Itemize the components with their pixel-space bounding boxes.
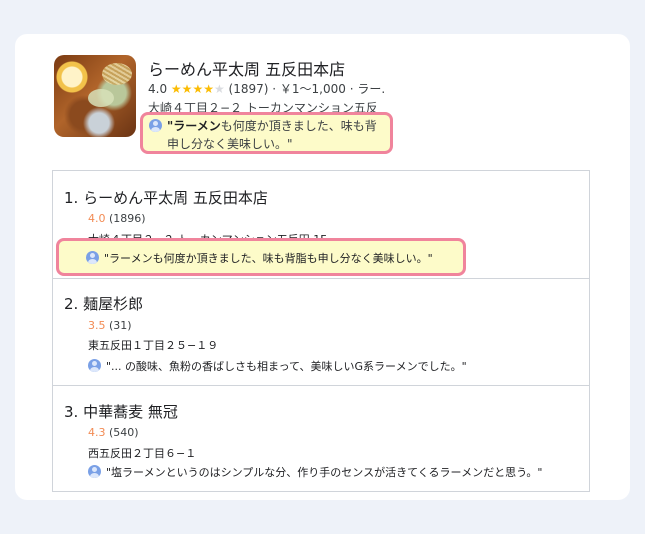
address-text: 大崎４丁目２−２ トーカンマンション五反田 1F	[88, 231, 327, 238]
list-item[interactable]: 2. 麺屋杉郎 3.5 (31) 東五反田１丁目２５−１９ "... の酸味、魚…	[53, 279, 589, 385]
result-review-highlight: "ラーメンも何度か頂きました、味も背脂も申し分なく美味しい。"	[56, 238, 466, 276]
result-review: "ラーメンも何度か頂きました、味も背脂も申し分なく美味しい。"	[104, 252, 433, 265]
top-result-meta: 4.0 ★★★★★ (1897) · ￥1～1,000 · ラー.	[148, 80, 385, 97]
top-result-review-highlight: "ラーメンも何度か頂きました、味も背 申し分なく美味しい。"	[140, 112, 393, 154]
result-title[interactable]: 3. 中華蕎麦 無冠	[64, 401, 178, 422]
user-avatar-icon	[86, 251, 99, 264]
rating-value: 4.0	[88, 212, 106, 225]
result-address: 大崎４丁目２−２ トーカンマンション五反田 1F	[88, 231, 327, 238]
rating-value: 4.3	[88, 426, 106, 439]
result-title[interactable]: 2. 麺屋杉郎	[64, 293, 143, 314]
result-title[interactable]: 1. らーめん平太周 五反田本店	[64, 187, 268, 208]
top-result-price-category: · ￥1～1,000 · ラー.	[272, 82, 386, 96]
rating-count: (31)	[109, 319, 132, 332]
review-text: も何度か頂きました、味も背	[220, 119, 377, 133]
review-snippet-line1: "ラーメンも何度か頂きました、味も背	[167, 117, 377, 134]
user-avatar-icon	[88, 465, 101, 478]
results-list: 1. らーめん平太周 五反田本店 4.0 (1896) 大崎４丁目２−２ トーカ…	[52, 170, 590, 492]
result-rating: 3.5 (31)	[88, 319, 132, 332]
review-snippet-line2: 申し分なく美味しい。"	[167, 137, 293, 151]
rating-count: (540)	[109, 426, 139, 439]
result-review: "塩ラーメンというのはシンプルな分、作り手のセンスが活きてくるラーメンだと思う。…	[106, 466, 543, 479]
result-review: "... の酸味、魚粉の香ばしさも相まって、美味しいG系ラーメンでした。"	[106, 360, 467, 373]
top-result-name[interactable]: らーめん平太周 五反田本店	[148, 56, 345, 80]
result-address: 東五反田１丁目２５−１９	[88, 339, 219, 352]
top-result-rating: 4.0	[148, 82, 168, 96]
top-result-review-count: (1897)	[228, 82, 269, 96]
rating-count: (1896)	[109, 212, 146, 225]
user-avatar-icon	[88, 359, 101, 372]
restaurant-photo[interactable]	[54, 55, 136, 137]
user-avatar-icon	[149, 119, 162, 132]
result-address: 西五反田２丁目６−１	[88, 447, 197, 460]
result-rating: 4.0 (1896)	[88, 212, 146, 225]
star-icon: ★★★★	[170, 82, 214, 96]
rating-value: 3.5	[88, 319, 106, 332]
review-keyword: "ラーメン	[167, 119, 221, 133]
star-empty-icon: ★	[213, 82, 225, 96]
list-item[interactable]: 3. 中華蕎麦 無冠 4.3 (540) 西五反田２丁目６−１ "塩ラーメンとい…	[53, 386, 589, 492]
result-rating: 4.3 (540)	[88, 426, 139, 439]
